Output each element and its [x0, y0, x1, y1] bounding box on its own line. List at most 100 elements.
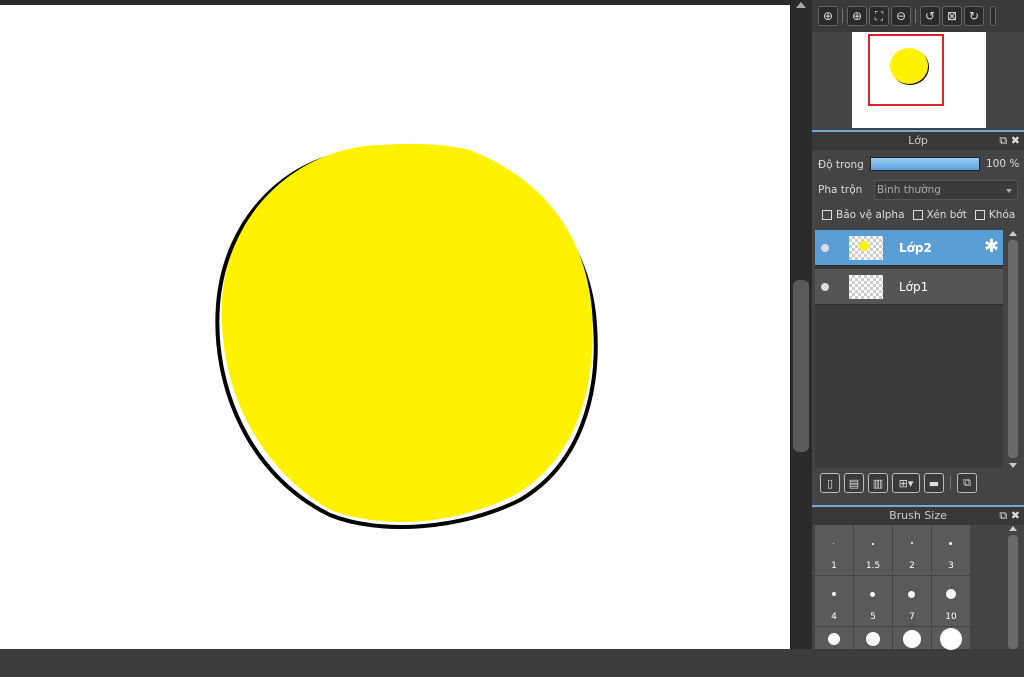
layer-toolbar: ▯ ▤ ▥ ⊞▾ ▬ ⧉ [812, 471, 1024, 495]
layer-options: Bảo vệ alpha Xén bớt Khóa [822, 209, 1015, 221]
brush-size-label: 10 [945, 612, 957, 622]
panel-detach-close-icon[interactable]: ⧉ ✖ [999, 507, 1020, 525]
lock-checkbox[interactable]: Khóa [974, 209, 1015, 221]
brush-size-cell[interactable] [854, 627, 892, 649]
brush-size-cell[interactable] [893, 627, 931, 649]
layer-list: Lớp2 ✱ Lớp1 [815, 230, 1003, 468]
scroll-up-arrow-icon[interactable] [1009, 526, 1017, 531]
layer-panel-title: Lớp [908, 134, 928, 147]
flip-icon[interactable]: ⊠ [942, 6, 962, 26]
blend-label: Pha trộn [818, 184, 863, 196]
brush-size-cell[interactable]: 7 [893, 576, 931, 626]
zoom-in-icon[interactable]: ⊕ [818, 6, 838, 26]
toolbar-separator [950, 476, 951, 490]
blend-mode-value: Bình thường [877, 184, 941, 196]
brush-size-label: 3 [948, 561, 954, 571]
checkbox-box[interactable] [974, 210, 985, 220]
brush-dot [911, 542, 913, 544]
protect-alpha-checkbox[interactable]: Bảo vệ alpha [822, 209, 905, 221]
panel-detach-close-icon[interactable]: ⧉ ✖ [999, 132, 1020, 150]
brush-size-cell[interactable] [815, 627, 853, 649]
chevron-down-icon [1006, 189, 1012, 193]
brush-size-cell[interactable]: 4 [815, 576, 853, 626]
brush-size-grid: 1 1.5 2 3 4 5 7 10 [815, 525, 970, 677]
blend-mode-select[interactable]: Bình thường [874, 180, 1018, 200]
canvas-vertical-scrollbar[interactable] [790, 0, 812, 649]
visibility-eye-icon[interactable] [821, 282, 829, 291]
scrollbar-thumb[interactable] [1008, 240, 1018, 458]
checkbox-box[interactable] [912, 210, 923, 220]
scrollbar-thumb[interactable] [1008, 535, 1018, 649]
layer-list-scrollbar[interactable] [1005, 230, 1021, 468]
layer-item-lop1[interactable]: Lớp1 [815, 269, 1003, 305]
duplicate-layer-icon[interactable]: ⧉ [957, 473, 977, 493]
brush-dot [832, 592, 836, 596]
layer-item-lop2[interactable]: Lớp2 ✱ [815, 230, 1003, 266]
toolbar-separator [842, 9, 843, 23]
right-panel: ⊕ ⊕ ⛶ ⊖ ↺ ⊠ ↻ Lớp ⧉ ✖ Độ trong 100 % Pha… [812, 0, 1024, 650]
opacity-slider-fill [871, 158, 979, 170]
scroll-down-arrow-icon[interactable] [1009, 463, 1017, 468]
brush-dot [872, 543, 874, 545]
layer-panel-header: Lớp ⧉ ✖ [812, 130, 1024, 150]
brush-size-label: 5 [870, 612, 876, 622]
brush-dot [940, 628, 962, 650]
rotate-cw-icon[interactable]: ↻ [964, 6, 984, 26]
zoom-fit-icon[interactable]: ⛶ [869, 6, 889, 26]
add-layer-dropdown-icon[interactable]: ⊞▾ [892, 473, 920, 493]
blend-row: Pha trộn [818, 184, 862, 196]
opacity-value: 100 % [986, 158, 1020, 170]
brush-size-cell[interactable] [932, 627, 970, 650]
zoom-in-plus-icon[interactable]: ⊕ [847, 6, 867, 26]
drawing-canvas[interactable] [0, 5, 790, 649]
brush-dot [870, 592, 875, 597]
layer-panel: Lớp ⧉ ✖ Độ trong 100 % Pha trộn Bình thư… [812, 130, 1024, 500]
brush-dot [866, 632, 880, 646]
layer-name: Lớp1 [899, 279, 929, 294]
brush-panel-header: Brush Size ⧉ ✖ [812, 505, 1024, 525]
layer-thumbnail [849, 274, 883, 299]
scroll-up-arrow-icon[interactable] [796, 2, 806, 8]
brush-dot [946, 589, 956, 599]
brush-size-cell[interactable]: 10 [932, 576, 970, 626]
checkbox-box[interactable] [822, 210, 832, 220]
gear-icon[interactable]: ✱ [984, 238, 999, 256]
brush-size-cell[interactable]: 2 [893, 525, 931, 575]
opacity-row: Độ trong [818, 159, 864, 171]
brush-size-cell[interactable]: 1.5 [854, 525, 892, 575]
brush-panel-title: Brush Size [889, 509, 947, 522]
visibility-eye-icon[interactable] [821, 243, 829, 252]
scrollbar-thumb[interactable] [793, 280, 809, 452]
navigator-preview[interactable] [852, 32, 986, 128]
layer-thumbnail [849, 235, 883, 260]
clipping-label: Xén bớt [926, 209, 967, 221]
new-layer-icon[interactable]: ▯ [820, 473, 840, 493]
folder-icon[interactable]: ▬ [924, 473, 944, 493]
navigator-toolbar: ⊕ ⊕ ⛶ ⊖ ↺ ⊠ ↻ [812, 0, 1024, 32]
brush-scrollbar[interactable] [1005, 525, 1021, 649]
new-layer-1bit-icon[interactable]: ▥ [868, 473, 888, 493]
brush-size-label: 2 [909, 561, 915, 571]
opacity-label: Độ trong [818, 159, 864, 171]
brush-size-cell[interactable]: 1 [815, 525, 853, 575]
brush-size-label: 7 [909, 612, 915, 622]
scroll-up-arrow-icon[interactable] [1009, 231, 1017, 236]
brush-size-label: 1.5 [865, 561, 881, 571]
brush-dot [903, 630, 921, 648]
canvas-artwork [215, 143, 598, 529]
brush-size-cell[interactable]: 5 [854, 576, 892, 626]
layer-name: Lớp2 [899, 240, 932, 255]
brush-dot [828, 633, 840, 645]
rotate-ccw-icon[interactable]: ↺ [920, 6, 940, 26]
navigator-view-frame[interactable] [868, 34, 944, 106]
toolbar-overflow[interactable] [990, 6, 996, 26]
thumbnail-artwork [859, 240, 869, 251]
opacity-slider[interactable] [870, 157, 980, 171]
brush-size-cell[interactable]: 3 [932, 525, 970, 575]
brush-dot [908, 591, 915, 598]
brush-dot [833, 543, 834, 544]
zoom-out-icon[interactable]: ⊖ [891, 6, 911, 26]
new-layer-8bit-icon[interactable]: ▤ [844, 473, 864, 493]
clipping-checkbox[interactable]: Xén bớt [912, 209, 967, 221]
toolbar-separator [915, 9, 916, 23]
